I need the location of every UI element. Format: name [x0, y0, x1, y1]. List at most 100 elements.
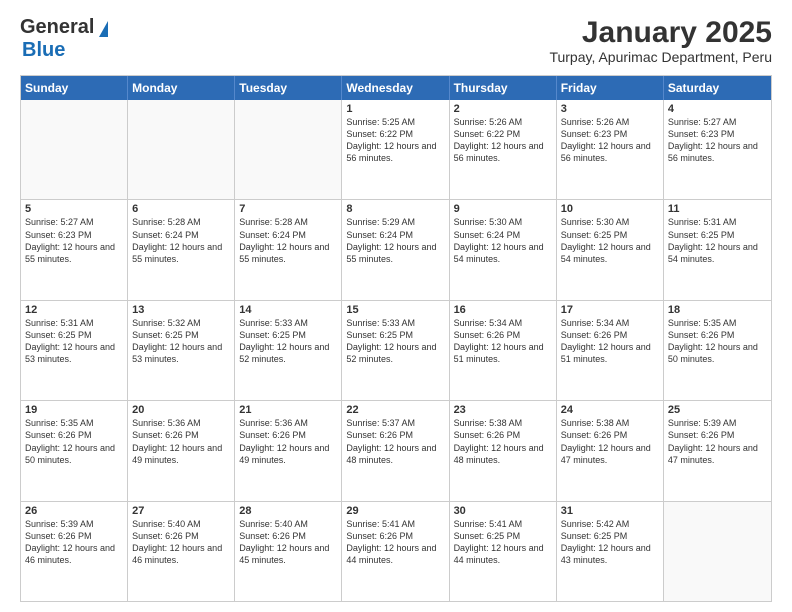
- calendar-cell-w0-d2: [235, 100, 342, 199]
- calendar-cell-w2-d0: 12Sunrise: 5:31 AMSunset: 6:25 PMDayligh…: [21, 301, 128, 400]
- calendar-cell-w3-d0: 19Sunrise: 5:35 AMSunset: 6:26 PMDayligh…: [21, 401, 128, 500]
- cell-info: Sunrise: 5:25 AMSunset: 6:22 PMDaylight:…: [346, 116, 444, 165]
- calendar-cell-w3-d2: 21Sunrise: 5:36 AMSunset: 6:26 PMDayligh…: [235, 401, 342, 500]
- cell-info: Sunrise: 5:29 AMSunset: 6:24 PMDaylight:…: [346, 216, 444, 265]
- calendar-header: Sunday Monday Tuesday Wednesday Thursday…: [21, 76, 771, 100]
- calendar-cell-w0-d1: [128, 100, 235, 199]
- day-number: 23: [454, 404, 552, 416]
- calendar-week-0: 1Sunrise: 5:25 AMSunset: 6:22 PMDaylight…: [21, 100, 771, 199]
- cell-info: Sunrise: 5:31 AMSunset: 6:25 PMDaylight:…: [668, 216, 767, 265]
- weekday-friday: Friday: [557, 76, 664, 100]
- weekday-monday: Monday: [128, 76, 235, 100]
- calendar-cell-w2-d2: 14Sunrise: 5:33 AMSunset: 6:25 PMDayligh…: [235, 301, 342, 400]
- day-number: 16: [454, 304, 552, 316]
- day-number: 4: [668, 103, 767, 115]
- calendar-cell-w1-d3: 8Sunrise: 5:29 AMSunset: 6:24 PMDaylight…: [342, 200, 449, 299]
- calendar-cell-w0-d3: 1Sunrise: 5:25 AMSunset: 6:22 PMDaylight…: [342, 100, 449, 199]
- cell-info: Sunrise: 5:26 AMSunset: 6:22 PMDaylight:…: [454, 116, 552, 165]
- cell-info: Sunrise: 5:42 AMSunset: 6:25 PMDaylight:…: [561, 518, 659, 567]
- day-number: 13: [132, 304, 230, 316]
- calendar-cell-w2-d3: 15Sunrise: 5:33 AMSunset: 6:25 PMDayligh…: [342, 301, 449, 400]
- weekday-sunday: Sunday: [21, 76, 128, 100]
- cell-info: Sunrise: 5:39 AMSunset: 6:26 PMDaylight:…: [668, 417, 767, 466]
- day-number: 5: [25, 203, 123, 215]
- calendar-cell-w0-d5: 3Sunrise: 5:26 AMSunset: 6:23 PMDaylight…: [557, 100, 664, 199]
- weekday-wednesday: Wednesday: [342, 76, 449, 100]
- day-number: 27: [132, 505, 230, 517]
- cell-info: Sunrise: 5:33 AMSunset: 6:25 PMDaylight:…: [346, 317, 444, 366]
- day-number: 22: [346, 404, 444, 416]
- cell-info: Sunrise: 5:36 AMSunset: 6:26 PMDaylight:…: [239, 417, 337, 466]
- day-number: 8: [346, 203, 444, 215]
- day-number: 18: [668, 304, 767, 316]
- calendar-cell-w4-d3: 29Sunrise: 5:41 AMSunset: 6:26 PMDayligh…: [342, 502, 449, 601]
- calendar-body: 1Sunrise: 5:25 AMSunset: 6:22 PMDaylight…: [21, 100, 771, 601]
- day-number: 30: [454, 505, 552, 517]
- day-number: 26: [25, 505, 123, 517]
- calendar-cell-w2-d6: 18Sunrise: 5:35 AMSunset: 6:26 PMDayligh…: [664, 301, 771, 400]
- calendar-cell-w3-d4: 23Sunrise: 5:38 AMSunset: 6:26 PMDayligh…: [450, 401, 557, 500]
- cell-info: Sunrise: 5:26 AMSunset: 6:23 PMDaylight:…: [561, 116, 659, 165]
- calendar: Sunday Monday Tuesday Wednesday Thursday…: [20, 75, 772, 602]
- day-number: 28: [239, 505, 337, 517]
- calendar-cell-w4-d0: 26Sunrise: 5:39 AMSunset: 6:26 PMDayligh…: [21, 502, 128, 601]
- calendar-week-2: 12Sunrise: 5:31 AMSunset: 6:25 PMDayligh…: [21, 300, 771, 400]
- logo-blue-text: Blue: [22, 39, 65, 62]
- cell-info: Sunrise: 5:40 AMSunset: 6:26 PMDaylight:…: [239, 518, 337, 567]
- calendar-cell-w4-d5: 31Sunrise: 5:42 AMSunset: 6:25 PMDayligh…: [557, 502, 664, 601]
- calendar-cell-w1-d6: 11Sunrise: 5:31 AMSunset: 6:25 PMDayligh…: [664, 200, 771, 299]
- calendar-cell-w0-d6: 4Sunrise: 5:27 AMSunset: 6:23 PMDaylight…: [664, 100, 771, 199]
- day-number: 11: [668, 203, 767, 215]
- day-number: 1: [346, 103, 444, 115]
- calendar-week-4: 26Sunrise: 5:39 AMSunset: 6:26 PMDayligh…: [21, 501, 771, 601]
- weekday-tuesday: Tuesday: [235, 76, 342, 100]
- day-number: 19: [25, 404, 123, 416]
- page: General Blue January 2025 Turpay, Apurim…: [0, 0, 792, 612]
- cell-info: Sunrise: 5:38 AMSunset: 6:26 PMDaylight:…: [561, 417, 659, 466]
- calendar-cell-w2-d1: 13Sunrise: 5:32 AMSunset: 6:25 PMDayligh…: [128, 301, 235, 400]
- day-number: 25: [668, 404, 767, 416]
- calendar-cell-w4-d1: 27Sunrise: 5:40 AMSunset: 6:26 PMDayligh…: [128, 502, 235, 601]
- cell-info: Sunrise: 5:30 AMSunset: 6:24 PMDaylight:…: [454, 216, 552, 265]
- calendar-cell-w0-d0: [21, 100, 128, 199]
- calendar-cell-w1-d0: 5Sunrise: 5:27 AMSunset: 6:23 PMDaylight…: [21, 200, 128, 299]
- cell-info: Sunrise: 5:38 AMSunset: 6:26 PMDaylight:…: [454, 417, 552, 466]
- calendar-cell-w1-d5: 10Sunrise: 5:30 AMSunset: 6:25 PMDayligh…: [557, 200, 664, 299]
- cell-info: Sunrise: 5:41 AMSunset: 6:26 PMDaylight:…: [346, 518, 444, 567]
- calendar-cell-w3-d1: 20Sunrise: 5:36 AMSunset: 6:26 PMDayligh…: [128, 401, 235, 500]
- title-block: January 2025 Turpay, Apurimac Department…: [549, 16, 772, 65]
- calendar-cell-w4-d6: [664, 502, 771, 601]
- day-number: 24: [561, 404, 659, 416]
- day-number: 10: [561, 203, 659, 215]
- day-number: 12: [25, 304, 123, 316]
- calendar-cell-w1-d4: 9Sunrise: 5:30 AMSunset: 6:24 PMDaylight…: [450, 200, 557, 299]
- calendar-cell-w3-d3: 22Sunrise: 5:37 AMSunset: 6:26 PMDayligh…: [342, 401, 449, 500]
- calendar-cell-w1-d2: 7Sunrise: 5:28 AMSunset: 6:24 PMDaylight…: [235, 200, 342, 299]
- day-number: 15: [346, 304, 444, 316]
- calendar-cell-w3-d5: 24Sunrise: 5:38 AMSunset: 6:26 PMDayligh…: [557, 401, 664, 500]
- weekday-thursday: Thursday: [450, 76, 557, 100]
- day-number: 3: [561, 103, 659, 115]
- logo: General Blue: [20, 16, 108, 62]
- calendar-cell-w2-d5: 17Sunrise: 5:34 AMSunset: 6:26 PMDayligh…: [557, 301, 664, 400]
- logo-triangle-icon: [99, 21, 108, 37]
- calendar-cell-w0-d4: 2Sunrise: 5:26 AMSunset: 6:22 PMDaylight…: [450, 100, 557, 199]
- cell-info: Sunrise: 5:41 AMSunset: 6:25 PMDaylight:…: [454, 518, 552, 567]
- cell-info: Sunrise: 5:35 AMSunset: 6:26 PMDaylight:…: [25, 417, 123, 466]
- cell-info: Sunrise: 5:35 AMSunset: 6:26 PMDaylight:…: [668, 317, 767, 366]
- day-number: 29: [346, 505, 444, 517]
- calendar-cell-w4-d2: 28Sunrise: 5:40 AMSunset: 6:26 PMDayligh…: [235, 502, 342, 601]
- cell-info: Sunrise: 5:28 AMSunset: 6:24 PMDaylight:…: [132, 216, 230, 265]
- cell-info: Sunrise: 5:37 AMSunset: 6:26 PMDaylight:…: [346, 417, 444, 466]
- day-number: 14: [239, 304, 337, 316]
- cell-info: Sunrise: 5:30 AMSunset: 6:25 PMDaylight:…: [561, 216, 659, 265]
- cell-info: Sunrise: 5:39 AMSunset: 6:26 PMDaylight:…: [25, 518, 123, 567]
- header: General Blue January 2025 Turpay, Apurim…: [20, 16, 772, 65]
- day-number: 31: [561, 505, 659, 517]
- day-number: 7: [239, 203, 337, 215]
- calendar-cell-w3-d6: 25Sunrise: 5:39 AMSunset: 6:26 PMDayligh…: [664, 401, 771, 500]
- cell-info: Sunrise: 5:36 AMSunset: 6:26 PMDaylight:…: [132, 417, 230, 466]
- page-title: January 2025: [549, 16, 772, 49]
- cell-info: Sunrise: 5:34 AMSunset: 6:26 PMDaylight:…: [561, 317, 659, 366]
- page-subtitle: Turpay, Apurimac Department, Peru: [549, 49, 772, 65]
